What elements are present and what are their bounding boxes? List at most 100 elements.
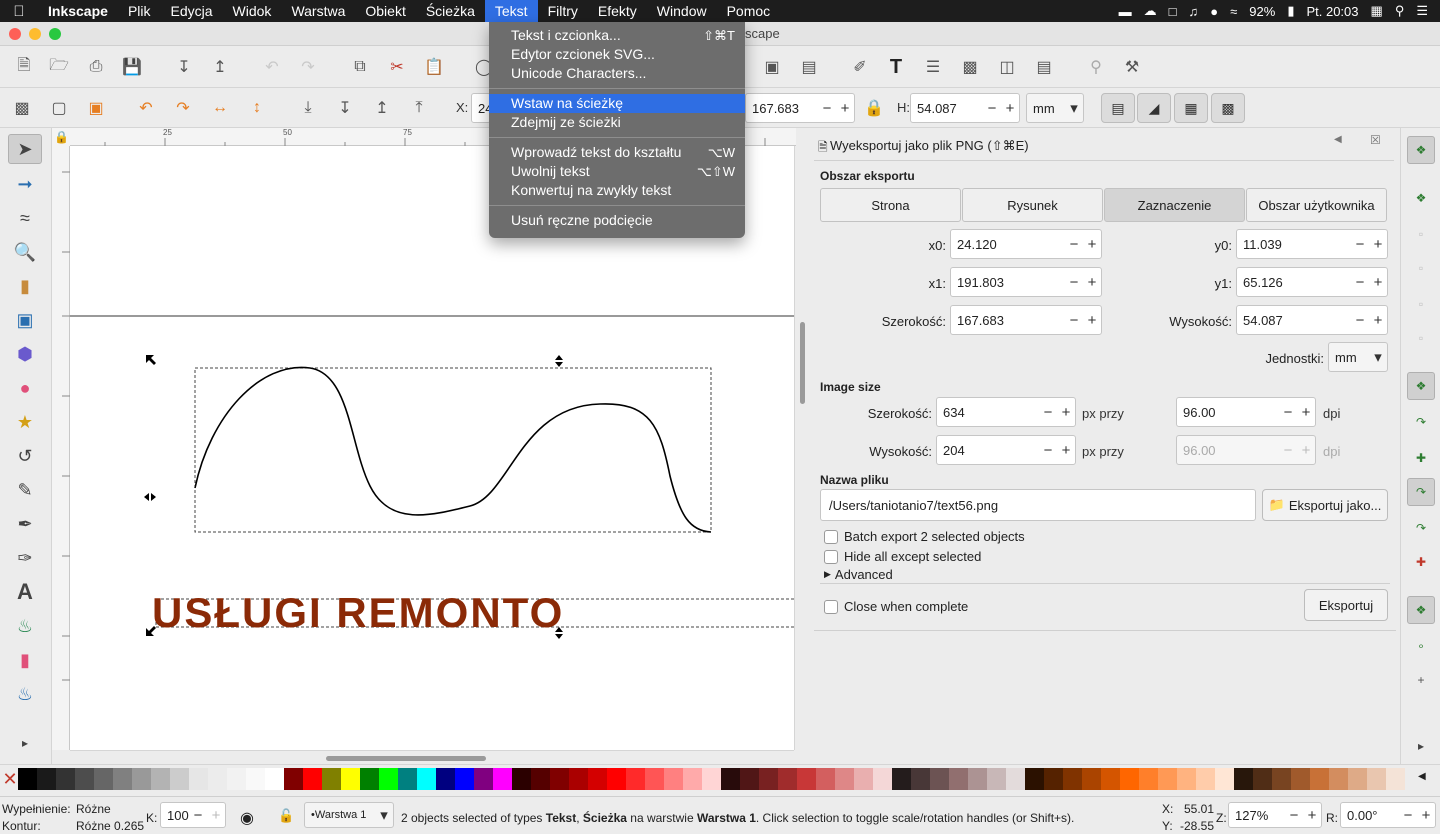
scale-stroke-toggle[interactable]: ▤ xyxy=(1101,93,1135,123)
tweak-tool-icon[interactable]: ≈ xyxy=(8,203,42,233)
color-swatch[interactable] xyxy=(1310,768,1329,790)
plus-icon[interactable]: + xyxy=(1369,274,1387,291)
color-swatch[interactable] xyxy=(816,768,835,790)
color-swatch[interactable] xyxy=(1101,768,1120,790)
objects-icon[interactable]: ◫ xyxy=(995,55,1019,79)
color-swatch[interactable] xyxy=(1063,768,1082,790)
color-swatch[interactable] xyxy=(1367,768,1386,790)
eraser-tool-icon[interactable]: ▮ xyxy=(8,645,42,675)
opacity-input[interactable]: 100− + xyxy=(160,802,226,828)
minus-icon[interactable]: − xyxy=(1039,442,1057,459)
calligraphy-tool-icon[interactable]: ✑ xyxy=(8,543,42,573)
menu-item-put-on-path[interactable]: Wstaw na ścieżkę xyxy=(489,94,745,113)
color-swatch[interactable] xyxy=(1272,768,1291,790)
plus-icon[interactable]: + xyxy=(1057,442,1075,459)
zoom-input[interactable]: 127% − + xyxy=(1228,802,1322,828)
paste-icon[interactable]: 📋 xyxy=(422,55,446,79)
close-icon[interactable]: ☒ xyxy=(1370,133,1381,147)
text-tool-icon[interactable]: A xyxy=(8,577,42,607)
color-swatch[interactable] xyxy=(37,768,56,790)
color-swatch[interactable] xyxy=(588,768,607,790)
color-swatch[interactable] xyxy=(132,768,151,790)
raise-top-icon[interactable]: ⤒ xyxy=(407,96,431,120)
x0-input[interactable]: 24.120− + xyxy=(950,229,1102,259)
snap-bbox-midpoints-icon[interactable]: ▫ xyxy=(1407,290,1435,318)
snap-smooth-nodes-icon[interactable]: ↷ xyxy=(1407,514,1435,542)
color-swatch[interactable] xyxy=(246,768,265,790)
export-as-button[interactable]: 📁 Eksportuj jako... xyxy=(1262,489,1388,521)
rotation-input[interactable]: 0.00° − + xyxy=(1340,802,1436,828)
menu-item-convert-to-text[interactable]: Konwertuj na zwykły tekst xyxy=(489,181,745,200)
align-icon[interactable]: ▤ xyxy=(1032,55,1056,79)
selector-tool-icon[interactable]: ➤ xyxy=(8,134,42,164)
minimize-window-button[interactable] xyxy=(29,28,41,40)
color-swatch[interactable] xyxy=(436,768,455,790)
rectangle-tool-icon[interactable]: ▣ xyxy=(8,305,42,335)
dpi-x-input[interactable]: 96.00− + xyxy=(1176,397,1316,427)
import-icon[interactable]: ↧ xyxy=(172,55,196,79)
plus-icon[interactable]: + xyxy=(836,100,854,117)
menu-item-svg-font-editor[interactable]: Edytor czcionek SVG... xyxy=(489,45,745,64)
plus-icon[interactable]: + xyxy=(1083,274,1101,291)
group-icon[interactable]: ▣ xyxy=(760,55,784,79)
minus-icon[interactable]: − xyxy=(1399,807,1417,824)
snap-bbox-corners-icon[interactable]: ▫ xyxy=(1407,254,1435,282)
plus-icon[interactable]: + xyxy=(1369,236,1387,253)
fill-stroke-icon[interactable]: ✐ xyxy=(848,55,872,79)
snap-cusp-nodes-icon[interactable]: ↷ xyxy=(1407,478,1435,506)
zoom-window-button[interactable] xyxy=(49,28,61,40)
color-swatch[interactable] xyxy=(550,768,569,790)
pencil-tool-icon[interactable]: ✎ xyxy=(8,475,42,505)
spiral-tool-icon[interactable]: ↺ xyxy=(8,441,42,471)
minus-icon[interactable]: − xyxy=(1065,274,1083,291)
pen-tool-icon[interactable]: ✒ xyxy=(8,509,42,539)
color-swatch[interactable] xyxy=(322,768,341,790)
minus-icon[interactable]: − xyxy=(1351,236,1369,253)
color-swatch[interactable] xyxy=(303,768,322,790)
select-all-icon[interactable]: ▩ xyxy=(10,96,34,120)
color-swatch[interactable] xyxy=(227,768,246,790)
color-swatch[interactable] xyxy=(911,768,930,790)
checkbox[interactable] xyxy=(824,599,838,614)
flip-horizontal-icon[interactable]: ↔ xyxy=(208,96,232,120)
plus-icon[interactable]: + xyxy=(207,807,225,824)
lower-icon[interactable]: ↧ xyxy=(333,96,357,120)
y1-input[interactable]: 65.126− + xyxy=(1236,267,1388,297)
color-swatch[interactable] xyxy=(569,768,588,790)
transform-patterns-toggle[interactable]: ▩ xyxy=(1211,93,1245,123)
snap-line-midpoints-icon[interactable]: ✚ xyxy=(1407,548,1435,576)
stroke-value[interactable]: Różne 0.265 xyxy=(76,819,144,833)
redo-icon[interactable]: ↷ xyxy=(296,55,320,79)
color-swatch[interactable] xyxy=(265,768,284,790)
color-swatch[interactable] xyxy=(1139,768,1158,790)
snap-object-center-icon[interactable]: ∘ xyxy=(1407,632,1435,660)
color-swatch[interactable] xyxy=(702,768,721,790)
snap-bbox-edges-icon[interactable]: ▫ xyxy=(1407,220,1435,248)
drop-icon[interactable]: ● xyxy=(1210,4,1218,19)
zoom-tool-icon[interactable]: 🔍 xyxy=(8,237,42,267)
paint-bucket-tool-icon[interactable]: ♨ xyxy=(8,679,42,709)
minus-icon[interactable]: − xyxy=(1039,404,1057,421)
color-swatch[interactable] xyxy=(398,768,417,790)
xml-editor-icon[interactable]: ▩ xyxy=(958,55,982,79)
minus-icon[interactable]: − xyxy=(1279,404,1297,421)
plus-icon[interactable]: + xyxy=(1083,236,1101,253)
snap-rotation-center-icon[interactable]: + xyxy=(1407,666,1435,694)
tab-selection[interactable]: Zaznaczenie xyxy=(1104,188,1245,222)
vertical-scroll-thumb[interactable] xyxy=(800,322,805,404)
export-icon[interactable]: ↥ xyxy=(208,55,232,79)
color-swatch[interactable] xyxy=(189,768,208,790)
image-width-input[interactable]: 634− + xyxy=(936,397,1076,427)
minus-icon[interactable]: − xyxy=(1351,312,1369,329)
text-font-icon[interactable]: T xyxy=(884,55,908,79)
star-tool-icon[interactable]: ★ xyxy=(8,407,42,437)
y0-input[interactable]: 11.039− + xyxy=(1236,229,1388,259)
color-swatch[interactable] xyxy=(208,768,227,790)
expand-toolbox-icon[interactable]: ▸ xyxy=(8,728,42,758)
image-height-input[interactable]: 204− + xyxy=(936,435,1076,465)
horizontal-scroll-thumb[interactable] xyxy=(326,756,486,761)
save-icon[interactable]: 💾 xyxy=(120,55,144,79)
minus-icon[interactable]: − xyxy=(1065,236,1083,253)
vertical-scrollbar[interactable] xyxy=(794,146,810,750)
no-paint-swatch[interactable]: ✕ xyxy=(2,768,18,790)
